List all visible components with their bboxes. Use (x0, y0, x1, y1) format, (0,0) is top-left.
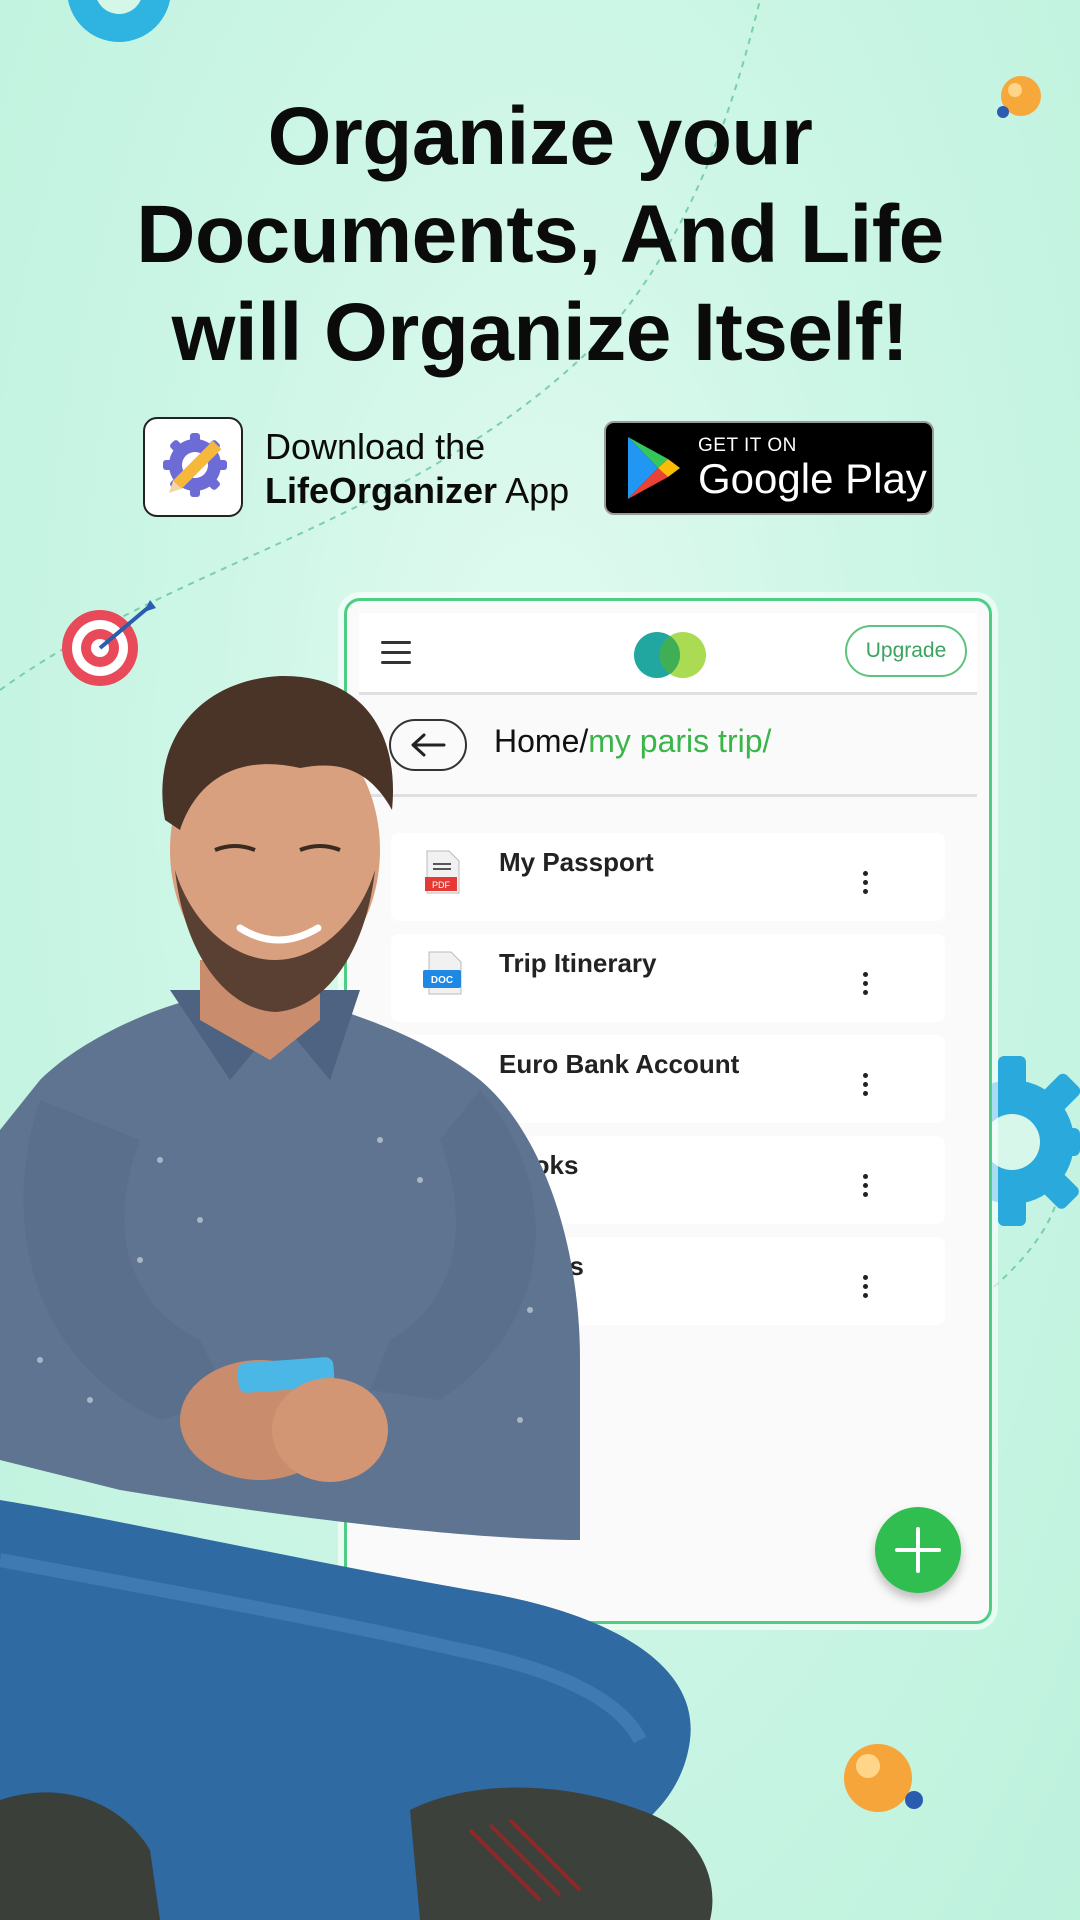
more-options-icon[interactable] (861, 1275, 869, 1305)
orange-bubble-icon (844, 1744, 923, 1812)
more-options-icon[interactable] (861, 1073, 869, 1103)
store-badge-big: Google Play (698, 455, 927, 502)
gear-icon (67, 0, 171, 42)
more-options-icon[interactable] (861, 1174, 869, 1204)
headline-line-3: will Organize Itself! (171, 287, 909, 378)
headline-line-1: Organize your (267, 91, 813, 182)
download-text: Download the LifeOrganizer App (265, 425, 569, 513)
more-options-icon[interactable] (861, 972, 869, 1002)
upgrade-button[interactable]: Upgrade (845, 625, 967, 677)
plus-icon (895, 1527, 941, 1573)
headline-line-2: Documents, And Life (136, 189, 944, 280)
store-badge-small: GET IT ON (698, 435, 797, 456)
headline: Organize your Documents, And Life will O… (60, 88, 1020, 382)
add-button[interactable] (875, 1507, 961, 1593)
google-play-icon (628, 437, 680, 499)
gear-pencil-icon (163, 433, 227, 497)
app-logo[interactable] (143, 417, 243, 517)
download-prefix: Download the (265, 426, 486, 467)
more-options-icon[interactable] (861, 871, 869, 901)
person-illustration (0, 675, 713, 1920)
app-name: LifeOrganizer (265, 470, 498, 511)
google-play-badge[interactable]: GET IT ON Google Play (604, 421, 934, 515)
download-suffix: App (505, 470, 570, 511)
